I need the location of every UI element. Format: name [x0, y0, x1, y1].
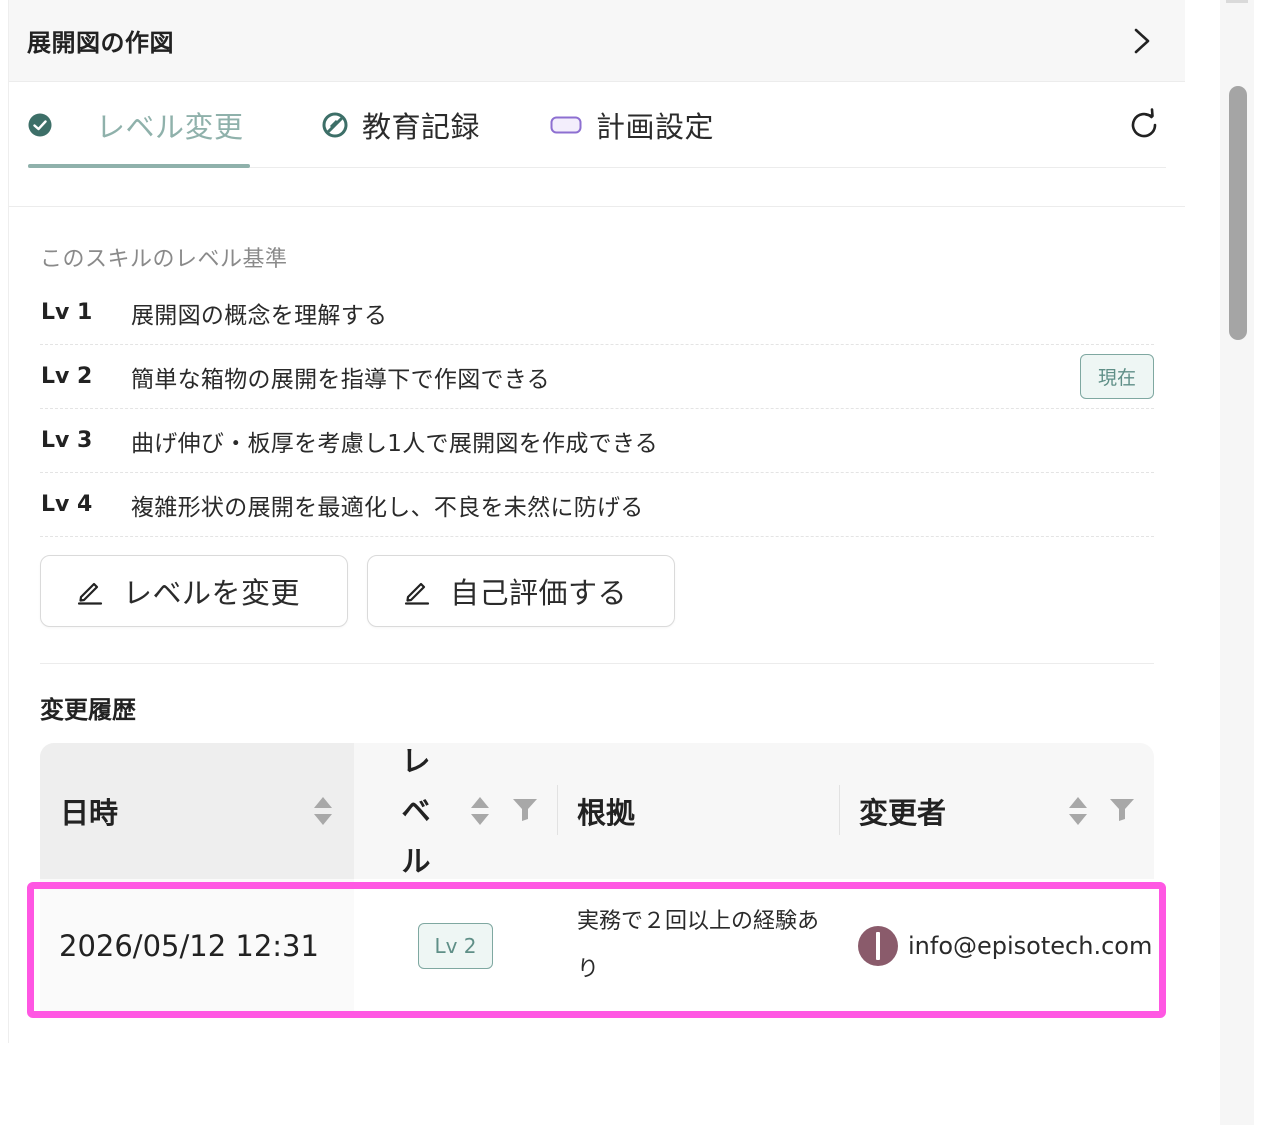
- level-number: Lv 4: [41, 492, 93, 517]
- level-number: Lv 2: [41, 364, 93, 389]
- tab-level-change-label: レベル変更: [96, 109, 244, 144]
- cell-level: Lv 2: [354, 879, 557, 1013]
- avatar: [858, 926, 898, 966]
- level-criteria-list: Lv 1 展開図の概念を理解する Lv 2 簡単な箱物の展開を指導下で作図できる…: [40, 281, 1154, 537]
- action-buttons: レベルを変更 自己評価する: [40, 555, 1154, 627]
- user-email: info@episotech.com: [908, 932, 1153, 960]
- history-title: 変更履歴: [40, 696, 136, 724]
- rounded-rect-icon: [550, 115, 582, 135]
- level-row-1: Lv 1 展開図の概念を理解する: [40, 281, 1154, 345]
- column-header-date[interactable]: 日時: [40, 743, 354, 879]
- column-header-label: 根拠: [577, 796, 636, 830]
- check-circle-icon: [28, 113, 52, 137]
- level-description: 簡単な箱物の展開を指導下で作図できる: [131, 366, 550, 393]
- column-header-label: 日時: [60, 796, 119, 830]
- refresh-icon[interactable]: [1127, 107, 1161, 142]
- level-description: 曲げ伸び・板厚を考慮し1人で展開図を作成できる: [131, 430, 659, 457]
- column-header-label: レベル: [401, 744, 431, 878]
- history-table: 日時 レベル 根拠 変更者 2026/05/12 12:31 Lv 2 実務で２…: [40, 743, 1154, 1013]
- sort-icon[interactable]: [469, 795, 491, 827]
- level-number: Lv 3: [41, 428, 93, 453]
- level-number: Lv 1: [41, 300, 93, 325]
- scrollbar-thumb[interactable]: [1229, 86, 1247, 340]
- chevron-right-icon[interactable]: [1129, 28, 1155, 54]
- tab-level-change[interactable]: レベル変更: [28, 82, 250, 168]
- tab-education-record[interactable]: 教育記録: [322, 82, 480, 167]
- scrollbar-cap: [1226, 0, 1248, 3]
- section-divider: [9, 206, 1185, 207]
- filter-icon[interactable]: [1109, 797, 1135, 827]
- level-row-3: Lv 3 曲げ伸び・板厚を考慮し1人で展開図を作成できる: [40, 409, 1154, 473]
- table-row[interactable]: 2026/05/12 12:31 Lv 2 実務で２回以上の経験あり info@…: [40, 879, 1154, 1013]
- level-content: このスキルのレベル基準 Lv 1 展開図の概念を理解する Lv 2 簡単な箱物の…: [9, 241, 1185, 1013]
- panel-title: 展開図の作図: [27, 29, 174, 57]
- skill-panel: 展開図の作図 レベル変更 教育記録 計画設定 このスキルのレベル基準 Lv 1 …: [8, 0, 1185, 1043]
- page: 展開図の作図 レベル変更 教育記録 計画設定 このスキルのレベル基準 Lv 1 …: [0, 0, 1278, 1125]
- column-header-user[interactable]: 変更者: [839, 743, 1154, 879]
- level-row-2: Lv 2 簡単な箱物の展開を指導下で作図できる 現在: [40, 345, 1154, 409]
- change-level-button[interactable]: レベルを変更: [40, 555, 348, 627]
- sort-icon[interactable]: [1067, 795, 1089, 827]
- section-divider: [40, 663, 1154, 664]
- pencil-icon: [402, 576, 432, 606]
- cell-user: info@episotech.com: [839, 879, 1154, 1013]
- cell-date: 2026/05/12 12:31: [40, 879, 354, 1013]
- panel-header: 展開図の作図: [9, 0, 1185, 82]
- pencil-icon: [75, 576, 105, 606]
- sort-icon[interactable]: [312, 795, 334, 827]
- column-header-reason: 根拠: [557, 743, 839, 879]
- column-header-label: 変更者: [859, 796, 947, 830]
- reason-text: 実務で２回以上の経験あり: [577, 909, 820, 982]
- change-level-label: レベルを変更: [123, 576, 301, 610]
- level-description: 複雑形状の展開を最適化し、不良を未然に防げる: [131, 494, 644, 521]
- level-tag: Lv 2: [418, 923, 493, 969]
- level-row-4: Lv 4 複雑形状の展開を最適化し、不良を未然に防げる: [40, 473, 1154, 537]
- cell-reason: 実務で２回以上の経験あり: [557, 879, 839, 1013]
- tab-plan-settings-label: 計画設定: [596, 109, 715, 144]
- level-description: 展開図の概念を理解する: [131, 302, 388, 329]
- slash-circle-icon: [322, 112, 348, 138]
- tab-education-record-label: 教育記録: [362, 109, 481, 144]
- filter-icon[interactable]: [512, 797, 538, 827]
- self-assess-button[interactable]: 自己評価する: [367, 555, 675, 627]
- table-header: 日時 レベル 根拠 変更者: [40, 743, 1154, 879]
- tab-plan-settings[interactable]: 計画設定: [550, 82, 714, 167]
- current-level-badge: 現在: [1079, 354, 1154, 399]
- column-header-level[interactable]: レベル: [354, 743, 557, 879]
- criteria-title: このスキルのレベル基準: [40, 247, 288, 272]
- tab-bar: レベル変更 教育記録 計画設定: [28, 82, 1166, 168]
- self-assess-label: 自己評価する: [450, 576, 628, 610]
